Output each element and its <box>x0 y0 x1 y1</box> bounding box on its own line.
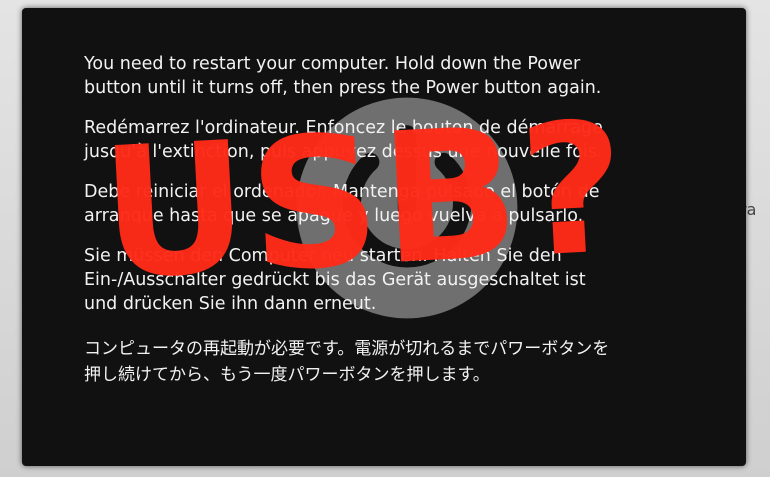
usb-overlay-text: USB? <box>96 83 633 320</box>
message-japanese: コンピュータの再起動が必要です。電源が切れるまでパワーボタンを 押し続けてから、… <box>84 339 610 385</box>
message-english: You need to restart your computer. Hold … <box>84 54 602 98</box>
kernel-panic-screen: You need to restart your computer. Hold … <box>22 8 746 466</box>
